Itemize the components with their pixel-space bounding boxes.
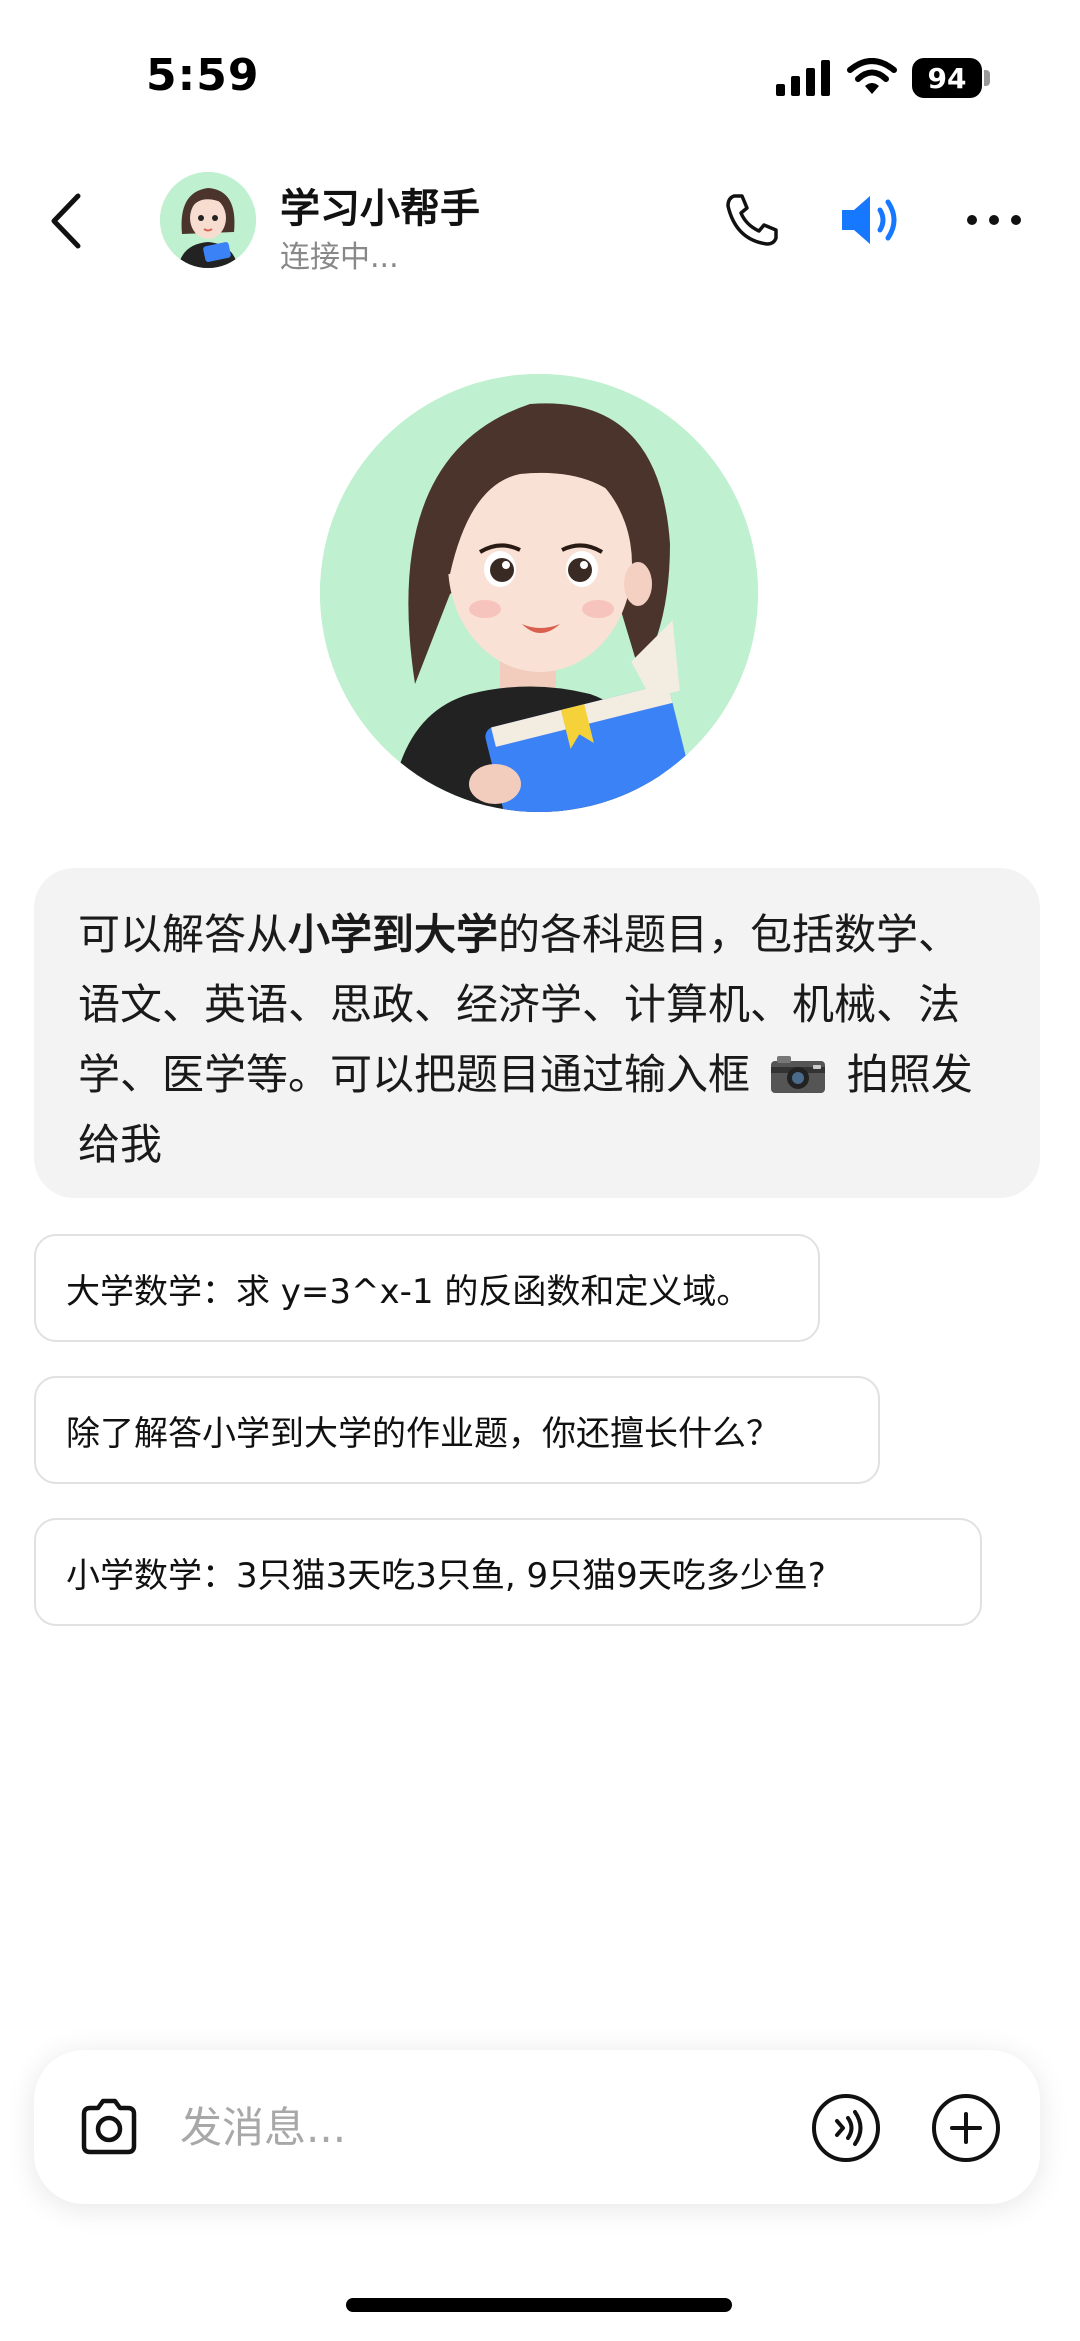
camera-icon (771, 1056, 826, 1093)
chat-header: 学习小帮手 连接中... (0, 160, 1080, 290)
chat-screen: 5:59 94 学习小帮手 连接中... 可以解答从小学到大学的各科题目，包括数… (0, 0, 1080, 2341)
speaker-icon[interactable] (838, 188, 906, 252)
message-input-bar (34, 2050, 1040, 2204)
status-time: 5:59 (146, 50, 260, 101)
suggestion-text: 小学数学：3只猫3天吃3只鱼, 9只猫9天吃多少鱼? (66, 1555, 826, 1596)
connection-status: 连接中... (280, 240, 399, 275)
back-icon[interactable] (40, 186, 96, 256)
battery-indicator: 94 (912, 58, 982, 98)
intro-text-bold: 小学到大学 (288, 910, 499, 959)
home-indicator[interactable] (346, 2298, 732, 2312)
plus-icon[interactable] (930, 2092, 1002, 2164)
intro-text-part1: 可以解答从 (78, 910, 289, 959)
camera-icon[interactable] (74, 2092, 144, 2162)
suggestion-text: 除了解答小学到大学的作业题，你还擅长什么？ (66, 1413, 780, 1454)
status-bar: 5:59 94 (0, 0, 1080, 160)
hero-avatar-illustration (320, 374, 758, 812)
intro-message: 可以解答从小学到大学的各科题目，包括数学、语文、英语、思政、经济学、计算机、机械… (34, 868, 1040, 1198)
bot-avatar[interactable] (160, 172, 256, 268)
bot-hero-avatar (320, 374, 758, 812)
voice-icon[interactable] (810, 2092, 882, 2164)
chat-title: 学习小帮手 (280, 186, 480, 232)
battery-tip (984, 70, 990, 86)
more-icon[interactable] (962, 188, 1026, 252)
phone-icon[interactable] (720, 188, 784, 252)
suggestion-chip[interactable]: 小学数学：3只猫3天吃3只鱼, 9只猫9天吃多少鱼? (34, 1518, 982, 1626)
battery-level: 94 (927, 61, 967, 95)
suggestion-text: 大学数学：求 y=3^x-1 的反函数和定义域。 (66, 1271, 751, 1312)
wifi-icon (847, 58, 897, 94)
cellular-signal-icon (776, 60, 830, 96)
suggestion-chip[interactable]: 除了解答小学到大学的作业题，你还擅长什么？ (34, 1376, 880, 1484)
avatar-illustration (160, 172, 256, 268)
message-input[interactable] (180, 2086, 800, 2168)
suggestion-chip[interactable]: 大学数学：求 y=3^x-1 的反函数和定义域。 (34, 1234, 820, 1342)
